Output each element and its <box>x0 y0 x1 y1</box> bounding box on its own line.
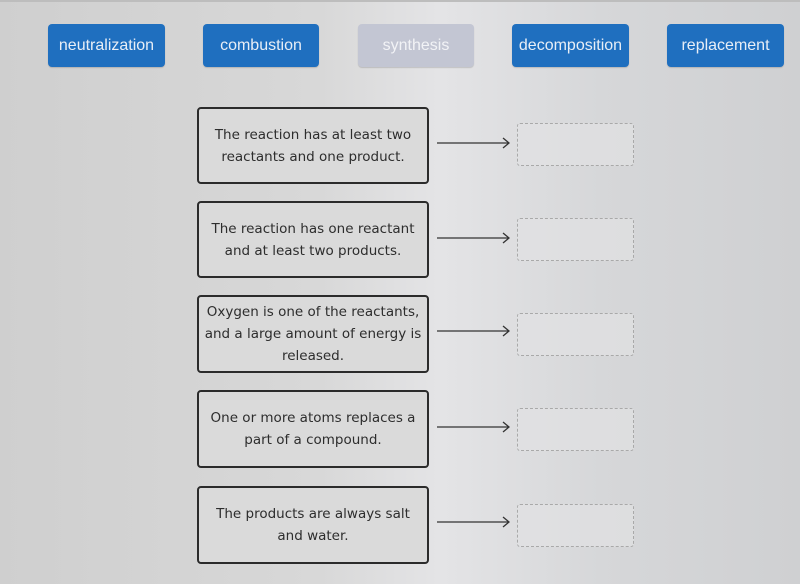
tile-decomposition[interactable]: decomposition <box>512 24 629 67</box>
prompt-box: The products are always salt and water. <box>197 486 429 564</box>
right-arrow-icon <box>437 137 511 149</box>
tile-combustion[interactable]: combustion <box>203 24 319 67</box>
drop-target[interactable] <box>517 504 634 547</box>
right-arrow-icon <box>437 516 511 528</box>
top-border <box>0 0 800 2</box>
drop-target[interactable] <box>517 123 634 166</box>
prompt-text: The reaction has at least two reactants … <box>214 126 412 165</box>
tile-replacement[interactable]: replacement <box>667 24 784 67</box>
prompt-text: One or more atoms replaces a part of a c… <box>210 410 416 448</box>
tile-synthesis[interactable]: synthesis <box>358 24 474 67</box>
drop-target[interactable] <box>517 408 634 451</box>
prompt-text: The reaction has one reactant and at lea… <box>211 220 415 259</box>
right-arrow-icon <box>437 325 511 337</box>
prompt-box: The reaction has one reactant and at lea… <box>197 201 429 278</box>
tile-neutralization[interactable]: neutralization <box>48 24 165 67</box>
prompt-box: Oxygen is one of the reactants, and a la… <box>197 295 429 373</box>
prompt-text: The products are always salt and water. <box>216 506 410 544</box>
drop-target[interactable] <box>517 313 634 356</box>
prompt-box: The reaction has at least two reactants … <box>197 107 429 184</box>
drop-target[interactable] <box>517 218 634 261</box>
prompt-text: Oxygen is one of the reactants, and a la… <box>204 304 422 364</box>
right-arrow-icon <box>437 232 511 244</box>
right-arrow-icon <box>437 421 511 433</box>
prompt-box: One or more atoms replaces a part of a c… <box>197 390 429 468</box>
